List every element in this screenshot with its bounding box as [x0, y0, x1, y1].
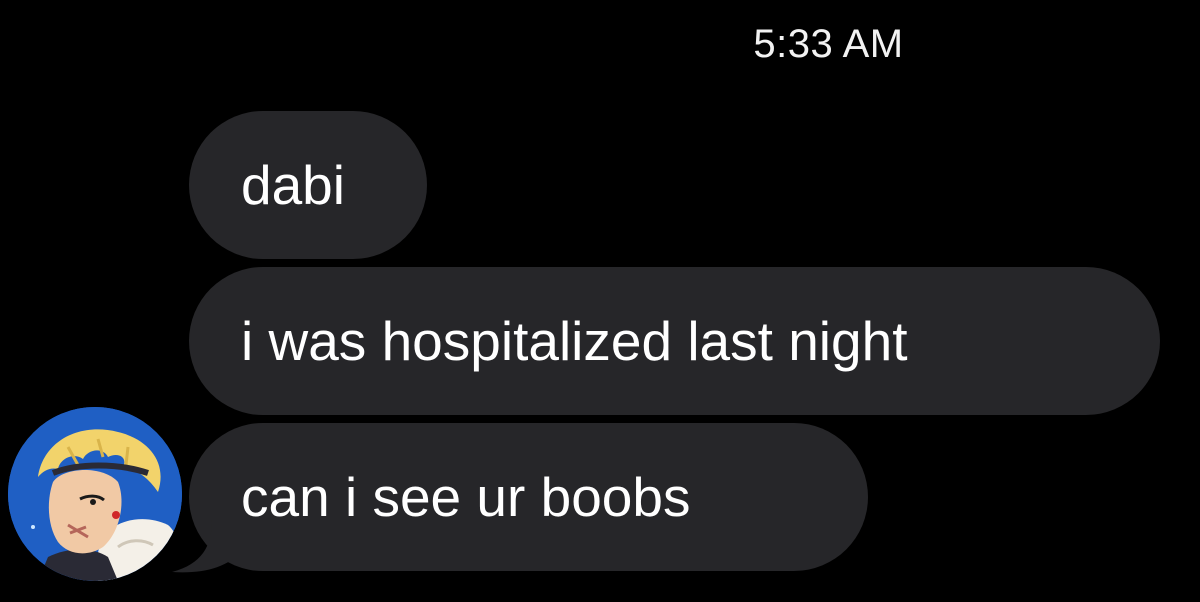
messages-screen: { "header": { "timestamp": "5:33 AM" }, … — [0, 0, 1200, 602]
bubble-tail-icon — [172, 520, 242, 573]
contact-avatar[interactable] — [8, 407, 182, 581]
contact-avatar-icon — [8, 407, 182, 581]
message-thread: dabi i was hospitalized last night can i… — [0, 0, 1200, 602]
message-bubble[interactable]: i was hospitalized last night — [189, 267, 1160, 415]
message-bubble[interactable]: can i see ur boobs — [189, 423, 868, 571]
message-bubble[interactable]: dabi — [189, 111, 427, 259]
message-text: can i see ur boobs — [241, 466, 691, 528]
message-text: i was hospitalized last night — [241, 310, 908, 372]
message-text: dabi — [241, 154, 345, 216]
